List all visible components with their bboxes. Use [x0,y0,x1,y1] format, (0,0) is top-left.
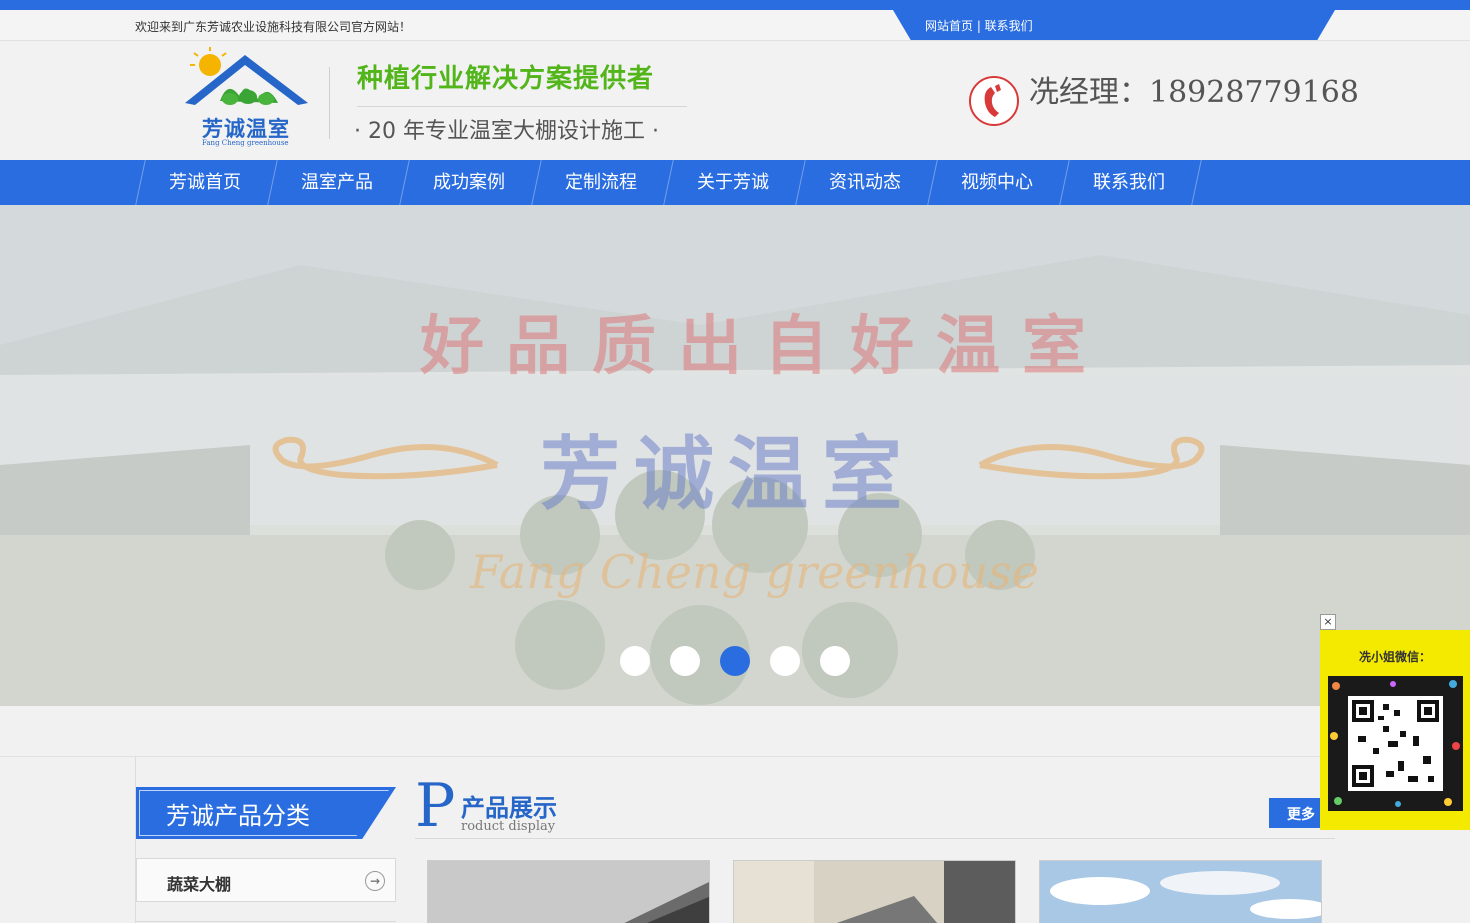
product-thumbnail[interactable] [733,860,1016,923]
products-subtitle: roduct display [461,819,556,834]
slogan-divider [357,106,687,107]
phone-icon [969,76,1019,126]
welcome-text: 欢迎来到广东芳诚农业设施科技有限公司官方网站！ [135,20,412,34]
close-icon[interactable]: × [1320,614,1336,630]
banner-brand: 芳诚温室 [540,427,916,521]
contact-phone: 冼经理：18928779168 [1029,75,1359,110]
nav-item-videos[interactable]: 视频中心 [931,160,1063,205]
category-item-vegetable-greenhouse[interactable]: 蔬菜大棚 → [136,858,396,902]
top-bar: 欢迎来到广东芳诚农业设施科技有限公司官方网站！ 网站首页 | 联系我们 [0,10,1470,41]
category-item-label: 蔬菜大棚 [167,875,232,894]
slider-dot-5[interactable] [820,646,850,676]
slogan-secondary: · 20 年专业温室大棚设计施工 · [354,119,659,144]
products-section: 芳诚产品分类 蔬菜大棚 → P 产品展示 roduct display 更多 [0,756,1470,923]
product-category-sidebar: 芳诚产品分类 蔬菜大棚 → [135,757,396,923]
nav-item-home[interactable]: 芳诚首页 [139,160,271,205]
logo-subtitle: Fang Cheng greenhouse [202,139,289,147]
category-title: 芳诚产品分类 [136,787,396,839]
qr-code-icon [1328,676,1463,811]
nav-item-process[interactable]: 定制流程 [535,160,667,205]
slider-dot-2[interactable] [670,646,700,676]
nav-item-products[interactable]: 温室产品 [271,160,403,205]
slider-dot-1[interactable] [620,646,650,676]
arrow-right-icon: → [365,871,385,891]
banner-headline: 好品质出自好温室 [420,309,1108,384]
category-title-frame [139,790,389,836]
products-initial: P [415,771,456,841]
product-photo [428,861,709,923]
site-header: 芳诚温室 Fang Cheng greenhouse 种植行业解决方案提供者 ·… [0,41,1470,160]
products-header: P 产品展示 roduct display 更多 [415,776,1335,839]
slider-dot-3[interactable] [720,646,750,676]
top-accent-stripe [0,0,1470,10]
product-photo [1040,861,1321,923]
header-divider [329,67,330,139]
slogan-primary: 种植行业解决方案提供者 [357,64,655,94]
nav-item-about[interactable]: 关于芳诚 [667,160,799,205]
left-ornament-icon [272,436,499,480]
top-links-text[interactable]: 网站首页 | 联系我们 [925,19,1033,33]
nav-item-contact[interactable]: 联系我们 [1063,160,1195,205]
wechat-qr-panel: 冼小姐微信： [1320,630,1470,830]
product-thumbnail[interactable] [427,860,710,923]
slider-dot-4[interactable] [770,646,800,676]
products-title: 产品展示 [461,794,557,822]
qr-label: 冼小姐微信： [1358,650,1431,664]
product-thumbnail[interactable] [1039,860,1322,923]
banner-brand-english: Fang Cheng greenhouse [470,545,1039,599]
hero-banner[interactable]: 好品质出自好温室 芳诚温室 Fang Cheng greenhouse [0,205,1470,706]
main-nav: 芳诚首页 温室产品 成功案例 定制流程 关于芳诚 资讯动态 视频中心 联系我们 [0,160,1470,205]
nav-item-news[interactable]: 资讯动态 [799,160,931,205]
product-photo [734,861,1015,923]
nav-item-cases[interactable]: 成功案例 [403,160,535,205]
top-links[interactable]: 网站首页 | 联系我们 [893,10,1335,40]
right-ornament-icon [978,436,1205,480]
